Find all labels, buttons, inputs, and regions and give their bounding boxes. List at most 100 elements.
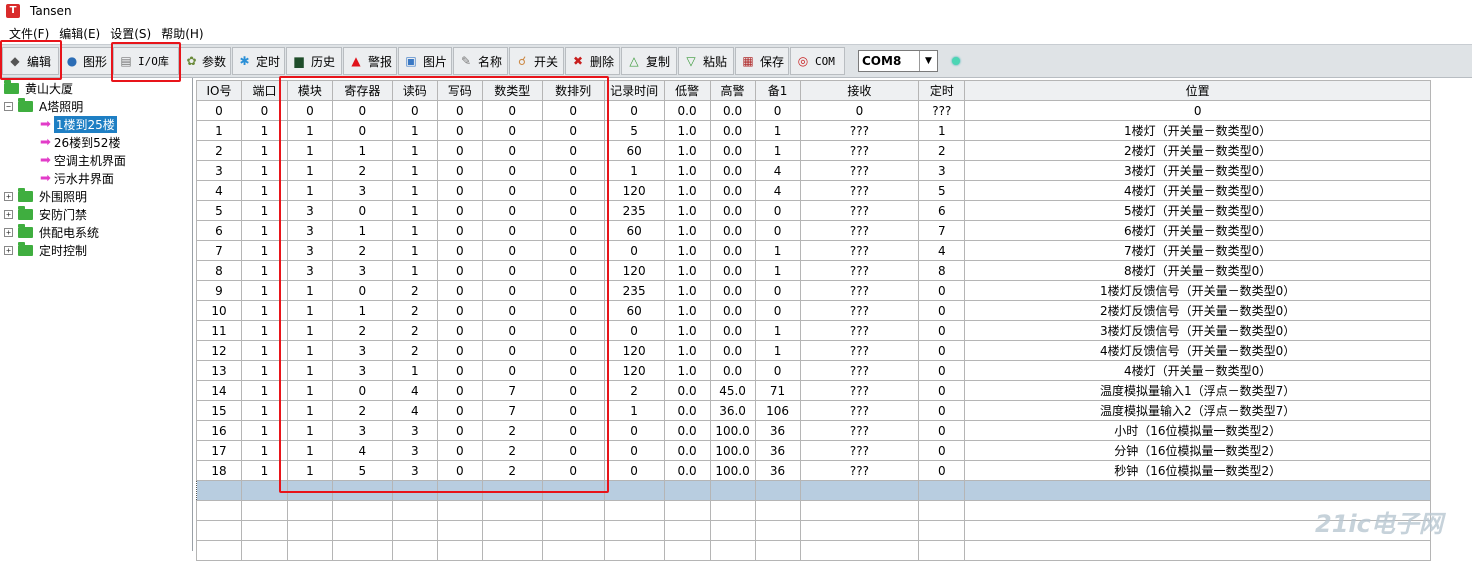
table-cell[interactable]: 0 bbox=[481, 160, 543, 181]
table-cell[interactable] bbox=[240, 480, 288, 501]
table-cell[interactable]: 1 bbox=[391, 180, 438, 201]
table-cell[interactable]: 0 bbox=[436, 160, 483, 181]
table-row[interactable]: 1 1 1 0 1 0 0 0 5 1.0 0.0 1??? 1 1楼灯（开关量－数类型0） bbox=[196, 120, 1431, 141]
table-cell[interactable]: 1 bbox=[240, 180, 288, 201]
table-cell[interactable]: 1 bbox=[286, 420, 333, 441]
column-header[interactable]: 数排列 bbox=[541, 80, 605, 101]
table-cell[interactable]: 4 bbox=[754, 160, 801, 181]
tree-item-floors-1-25[interactable]: ➡ 1楼到25楼 bbox=[40, 115, 117, 133]
table-cell[interactable]: 120 bbox=[603, 180, 665, 201]
table-cell[interactable]: 0 bbox=[436, 320, 483, 341]
table-cell[interactable]: 3 bbox=[286, 200, 333, 221]
column-header[interactable]: 寄存器 bbox=[331, 80, 393, 101]
table-cell[interactable]: 0.0 bbox=[663, 100, 711, 121]
table-cell[interactable]: 5 bbox=[196, 200, 242, 221]
table-cell[interactable]: 0 bbox=[541, 400, 605, 421]
table-cell[interactable]: 0 bbox=[918, 360, 966, 381]
table-cell[interactable]: 1 bbox=[918, 120, 966, 141]
table-cell[interactable]: 1 bbox=[240, 200, 288, 221]
table-cell[interactable]: 0 bbox=[541, 360, 605, 381]
table-cell[interactable]: 1 bbox=[754, 260, 801, 281]
table-cell[interactable]: 0 bbox=[799, 100, 920, 121]
table-cell[interactable]: 7楼灯（开关量－数类型0） bbox=[964, 240, 1431, 261]
table-cell[interactable]: 1 bbox=[286, 400, 333, 421]
table-cell[interactable]: 秒钟（16位模拟量一数类型2） bbox=[964, 460, 1431, 481]
table-row[interactable]: 3 1 1 2 1 0 0 0 1 1.0 0.0 4??? 3 3楼灯（开关量－数类型0） bbox=[196, 160, 1431, 181]
table-cell[interactable]: 12 bbox=[196, 340, 242, 361]
table-cell[interactable] bbox=[603, 480, 665, 501]
table-cell[interactable]: 1.0 bbox=[663, 180, 711, 201]
menu-file[interactable]: 文件(F) bbox=[4, 25, 54, 42]
table-cell[interactable] bbox=[754, 500, 801, 521]
parameter-button[interactable]: ✿ 参数 bbox=[180, 47, 231, 75]
com-port-select[interactable]: COM8 ▼ bbox=[858, 50, 938, 72]
table-cell[interactable]: 0.0 bbox=[709, 300, 756, 321]
column-header[interactable]: 接收 bbox=[799, 80, 920, 101]
table-cell[interactable]: 1 bbox=[286, 300, 333, 321]
table-cell[interactable]: 5 bbox=[603, 120, 665, 141]
table-cell[interactable]: ??? bbox=[799, 240, 920, 261]
table-cell[interactable]: 1楼灯反馈信号（开关量－数类型0） bbox=[964, 280, 1431, 301]
table-cell[interactable]: 0 bbox=[481, 100, 543, 121]
table-cell[interactable]: 120 bbox=[603, 340, 665, 361]
table-cell[interactable]: 1 bbox=[240, 120, 288, 141]
table-cell[interactable] bbox=[709, 500, 756, 521]
table-row[interactable]: 4 1 1 3 1 0 0 0 120 1.0 0.0 4??? 5 4楼灯（开关量－数类型0） bbox=[196, 180, 1431, 201]
tree-item-exterior-lighting[interactable]: + 外围照明 bbox=[4, 187, 87, 205]
table-cell[interactable]: 1 bbox=[754, 320, 801, 341]
table-cell[interactable] bbox=[663, 480, 711, 501]
table-cell[interactable]: 0.0 bbox=[709, 340, 756, 361]
column-header[interactable]: 记录时间 bbox=[603, 80, 665, 101]
table-cell[interactable] bbox=[799, 520, 920, 541]
table-cell[interactable]: 120 bbox=[603, 360, 665, 381]
table-cell[interactable]: 0.0 bbox=[709, 200, 756, 221]
table-cell[interactable]: 3 bbox=[196, 160, 242, 181]
table-cell[interactable]: 3楼灯反馈信号（开关量－数类型0） bbox=[964, 320, 1431, 341]
table-cell[interactable]: 0 bbox=[918, 300, 966, 321]
table-cell[interactable]: 2 bbox=[391, 320, 438, 341]
table-row[interactable]: 12 1 1 3 2 0 0 0 120 1.0 0.0 1??? 0 4楼灯反馈信号（开关量－数类型0） bbox=[196, 340, 1431, 361]
table-cell[interactable]: 8 bbox=[196, 260, 242, 281]
save-button[interactable]: ▦ 保存 bbox=[735, 47, 789, 75]
table-cell[interactable]: ??? bbox=[918, 100, 966, 121]
table-row[interactable]: 0 0 0 0 0 0 0 0 0 0.0 0.0 0 0??? 0 bbox=[196, 100, 1431, 121]
table-cell[interactable] bbox=[799, 480, 920, 501]
table-cell[interactable]: 1 bbox=[240, 240, 288, 261]
tree-group-a[interactable]: − A塔照明 bbox=[4, 97, 83, 115]
table-cell[interactable]: ??? bbox=[799, 180, 920, 201]
table-row[interactable]: 18 1 1 5 3 0 2 0 0 0.0 100.0 36??? 0 秒钟（16位模拟量一数类型2） bbox=[196, 460, 1431, 481]
table-cell[interactable]: 120 bbox=[603, 260, 665, 281]
table-cell[interactable]: 1.0 bbox=[663, 140, 711, 161]
table-cell[interactable]: 45.0 bbox=[709, 380, 756, 401]
table-cell[interactable]: ??? bbox=[799, 460, 920, 481]
table-cell[interactable]: 0 bbox=[481, 240, 543, 261]
tree-item-floors-26-52[interactable]: ➡ 26楼到52楼 bbox=[40, 133, 120, 151]
collapse-icon[interactable]: − bbox=[4, 101, 13, 111]
expand-icon[interactable]: + bbox=[4, 227, 13, 237]
table-cell[interactable]: 0.0 bbox=[663, 420, 711, 441]
edit-button[interactable]: ◆ 编辑 bbox=[2, 47, 59, 75]
table-cell[interactable]: 4 bbox=[918, 240, 966, 261]
table-cell[interactable] bbox=[481, 520, 543, 541]
table-cell[interactable] bbox=[754, 520, 801, 541]
table-cell[interactable]: 0.0 bbox=[709, 140, 756, 161]
table-row[interactable]: 11 1 1 2 2 0 0 0 0 1.0 0.0 1??? 0 3楼灯反馈信号（开关量－数类型0） bbox=[196, 320, 1431, 341]
table-cell[interactable]: 0 bbox=[436, 440, 483, 461]
name-button[interactable]: ✎ 名称 bbox=[453, 47, 508, 75]
table-cell[interactable]: ??? bbox=[799, 260, 920, 281]
table-cell[interactable]: 6楼灯（开关量－数类型0） bbox=[964, 220, 1431, 241]
table-cell[interactable]: 18 bbox=[196, 460, 242, 481]
table-cell[interactable]: 1 bbox=[240, 360, 288, 381]
table-cell[interactable]: 1 bbox=[286, 440, 333, 461]
table-cell[interactable]: 0 bbox=[918, 340, 966, 361]
column-header[interactable]: 位置 bbox=[964, 80, 1431, 101]
table-cell[interactable]: 1 bbox=[603, 160, 665, 181]
table-row[interactable]: 5 1 3 0 1 0 0 0 235 1.0 0.0 0??? 6 5楼灯（开关量－数类型0） bbox=[196, 200, 1431, 221]
menu-settings[interactable]: 设置(S) bbox=[105, 25, 156, 42]
table-cell[interactable]: 7 bbox=[481, 380, 543, 401]
table-cell[interactable]: 0 bbox=[754, 100, 801, 121]
alarm-button[interactable]: ▲ 警报 bbox=[343, 47, 397, 75]
table-row[interactable]: 17 1 1 4 3 0 2 0 0 0.0 100.0 36??? 0 分钟（16位模拟量一数类型2） bbox=[196, 440, 1431, 461]
table-cell[interactable]: 3 bbox=[331, 180, 393, 201]
table-cell[interactable]: 36 bbox=[754, 440, 801, 461]
